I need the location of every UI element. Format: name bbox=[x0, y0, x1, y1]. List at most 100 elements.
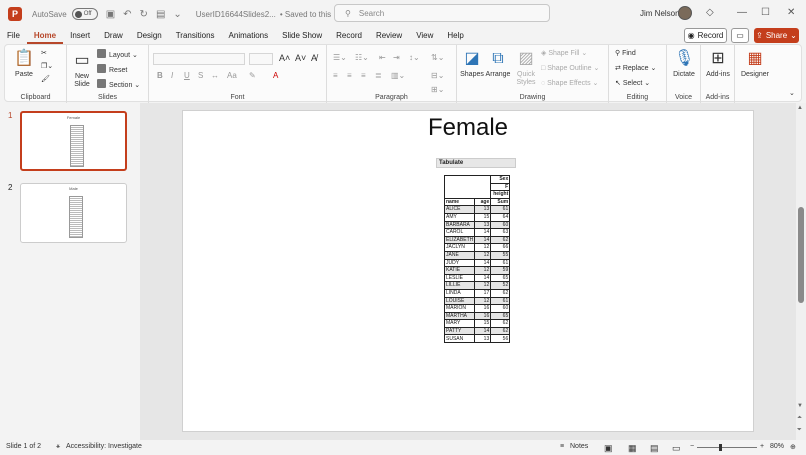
vertical-scrollbar[interactable]: ▲ ▼ ⏶ ⏷ bbox=[796, 103, 806, 440]
shapes-button[interactable]: ◪ Shapes bbox=[459, 49, 485, 79]
smartart-icon[interactable]: ⊞⌄ bbox=[431, 85, 444, 94]
slideshow-icon[interactable]: ▭ bbox=[672, 443, 681, 454]
zoom-out-icon[interactable]: − bbox=[690, 443, 694, 450]
maximize-icon[interactable]: ☐ bbox=[761, 7, 770, 18]
layout-button[interactable]: Layout ⌄ bbox=[97, 49, 138, 59]
replace-button[interactable]: ⇄ Replace ⌄ bbox=[615, 64, 656, 72]
change-case-icon[interactable]: Aa bbox=[227, 71, 237, 80]
tab-design[interactable]: Design bbox=[130, 28, 169, 44]
italic-icon[interactable]: I bbox=[171, 71, 173, 80]
align-left-icon[interactable]: ≡ bbox=[333, 71, 338, 80]
tab-transitions[interactable]: Transitions bbox=[169, 28, 222, 44]
tab-record[interactable]: Record bbox=[329, 28, 369, 44]
section-button[interactable]: Section ⌄ bbox=[97, 79, 140, 89]
save-icon[interactable]: ▣ bbox=[106, 9, 115, 20]
columns-icon[interactable]: ▥⌄ bbox=[391, 71, 405, 80]
decrease-font-icon[interactable]: A˅ bbox=[295, 53, 306, 63]
slide-title[interactable]: Female bbox=[183, 114, 753, 142]
accessibility-status[interactable]: Accessibility: Investigate bbox=[66, 443, 142, 450]
tab-file[interactable]: File bbox=[0, 28, 27, 44]
zoom-in-icon[interactable]: + bbox=[760, 443, 764, 450]
quick-styles-button[interactable]: ▨ Quick Styles bbox=[513, 49, 539, 87]
slide-thumbnail-1[interactable]: Female bbox=[20, 111, 127, 171]
scrollbar-thumb[interactable] bbox=[798, 207, 804, 303]
reset-button[interactable]: Reset bbox=[97, 64, 127, 74]
tab-home[interactable]: Home bbox=[26, 28, 64, 44]
underline-icon[interactable]: U bbox=[184, 71, 190, 80]
minimize-icon[interactable]: — bbox=[737, 7, 747, 18]
next-slide-icon[interactable]: ⏷ bbox=[797, 427, 802, 434]
text-direction-icon[interactable]: ⇅⌄ bbox=[431, 53, 444, 62]
bold-icon[interactable]: B bbox=[157, 71, 163, 80]
cut-icon[interactable]: ✂ bbox=[41, 49, 47, 57]
scroll-up-icon[interactable]: ▲ bbox=[797, 105, 803, 111]
reading-view-icon[interactable]: ▤ bbox=[650, 443, 659, 454]
arrange-button[interactable]: ⧉ Arrange bbox=[485, 49, 511, 79]
addins-button[interactable]: ⊞ Add-ins bbox=[703, 49, 733, 79]
align-right-icon[interactable]: ≡ bbox=[361, 71, 366, 80]
share-button[interactable]: ⇪ Share ⌄ bbox=[754, 28, 799, 43]
paste-button[interactable]: 📋 Paste bbox=[11, 49, 37, 79]
select-button[interactable]: ↖ Select ⌄ bbox=[615, 79, 650, 87]
present-icon[interactable]: ▤ bbox=[156, 9, 165, 20]
slide-sorter-icon[interactable]: ▦ bbox=[628, 443, 637, 454]
highlight-icon[interactable]: ✎ bbox=[249, 71, 256, 80]
user-name[interactable]: Jim Nelson bbox=[640, 9, 680, 18]
format-painter-icon[interactable]: 🖌 bbox=[41, 75, 50, 83]
tab-insert[interactable]: Insert bbox=[63, 28, 97, 44]
font-color-icon[interactable]: A bbox=[273, 71, 278, 80]
collapse-ribbon-icon[interactable]: ⌄ bbox=[789, 89, 795, 97]
scroll-down-icon[interactable]: ▼ bbox=[797, 403, 803, 409]
shape-effects-button[interactable]: ◌ Shape Effects ⌄ bbox=[541, 79, 598, 87]
copy-icon[interactable]: ❐⌄ bbox=[41, 62, 53, 70]
tab-view[interactable]: View bbox=[409, 28, 440, 44]
justify-icon[interactable]: ≣ bbox=[375, 71, 382, 80]
redo-icon[interactable]: ↻ bbox=[140, 9, 148, 20]
decrease-indent-icon[interactable]: ⇤ bbox=[379, 53, 386, 62]
dictate-button[interactable]: 🎙 Dictate bbox=[669, 49, 699, 79]
slide-thumbnail-2[interactable]: Male bbox=[20, 183, 127, 243]
autosave-toggle[interactable]: Off bbox=[71, 8, 98, 20]
tab-help[interactable]: Help bbox=[440, 28, 470, 44]
previous-slide-icon[interactable]: ⏶ bbox=[797, 415, 802, 422]
increase-font-icon[interactable]: A˄ bbox=[279, 53, 290, 63]
document-name[interactable]: UserID16644Slides2... bbox=[196, 10, 276, 19]
tabulate-table[interactable]: Sex Fheight name age Sum ALICE 13 61 AMY 15 64 BARB… bbox=[443, 175, 511, 344]
premium-diamond-icon[interactable]: ◇ bbox=[706, 7, 714, 18]
tab-review[interactable]: Review bbox=[369, 28, 409, 44]
tab-animations[interactable]: Animations bbox=[222, 28, 276, 44]
font-name-dropdown[interactable] bbox=[153, 53, 245, 65]
font-size-dropdown[interactable] bbox=[249, 53, 273, 65]
avatar[interactable] bbox=[678, 6, 692, 20]
align-center-icon[interactable]: ≡ bbox=[347, 71, 352, 80]
zoom-slider[interactable] bbox=[697, 447, 757, 448]
undo-icon[interactable]: ↶ bbox=[123, 9, 131, 20]
slide-counter[interactable]: Slide 1 of 2 bbox=[6, 443, 41, 450]
line-spacing-icon[interactable]: ↕⌄ bbox=[409, 53, 420, 62]
notes-button[interactable]: Notes bbox=[570, 443, 588, 450]
tab-slide-show[interactable]: Slide Show bbox=[275, 28, 329, 44]
shape-outline-button[interactable]: □ Shape Outline ⌄ bbox=[541, 64, 599, 72]
clear-format-icon[interactable]: A̸ bbox=[311, 53, 317, 63]
tab-draw[interactable]: Draw bbox=[97, 28, 130, 44]
normal-view-icon[interactable]: ▣ bbox=[604, 443, 613, 454]
zoom-slider-handle[interactable] bbox=[719, 444, 722, 451]
record-button[interactable]: ◉ Record bbox=[684, 28, 727, 43]
increase-indent-icon[interactable]: ⇥ bbox=[393, 53, 400, 62]
search-input[interactable]: Search bbox=[359, 9, 384, 18]
comments-button[interactable]: ▭ bbox=[731, 28, 749, 43]
char-spacing-icon[interactable]: ↔ bbox=[211, 71, 219, 80]
align-text-icon[interactable]: ⊟⌄ bbox=[431, 71, 444, 80]
new-slide-button[interactable]: ▭ New Slide bbox=[71, 51, 93, 89]
bullets-icon[interactable]: ☰⌄ bbox=[333, 53, 347, 62]
zoom-level[interactable]: 80% bbox=[770, 443, 784, 450]
shape-fill-button[interactable]: ◈ Shape Fill ⌄ bbox=[541, 49, 587, 57]
customize-qat-icon[interactable]: ⌄ bbox=[173, 9, 181, 20]
close-icon[interactable]: ✕ bbox=[787, 7, 795, 18]
strikethrough-icon[interactable]: S bbox=[198, 71, 203, 80]
find-button[interactable]: ⚲ Find bbox=[615, 49, 636, 57]
fit-slide-icon[interactable]: ⊕ bbox=[790, 443, 796, 451]
slide-canvas[interactable]: Female Tabulate Sex Fheight name age Sum ALIC… bbox=[182, 110, 754, 432]
numbering-icon[interactable]: ☷⌄ bbox=[355, 53, 369, 62]
search-box[interactable]: ⚲ Search bbox=[334, 4, 550, 22]
